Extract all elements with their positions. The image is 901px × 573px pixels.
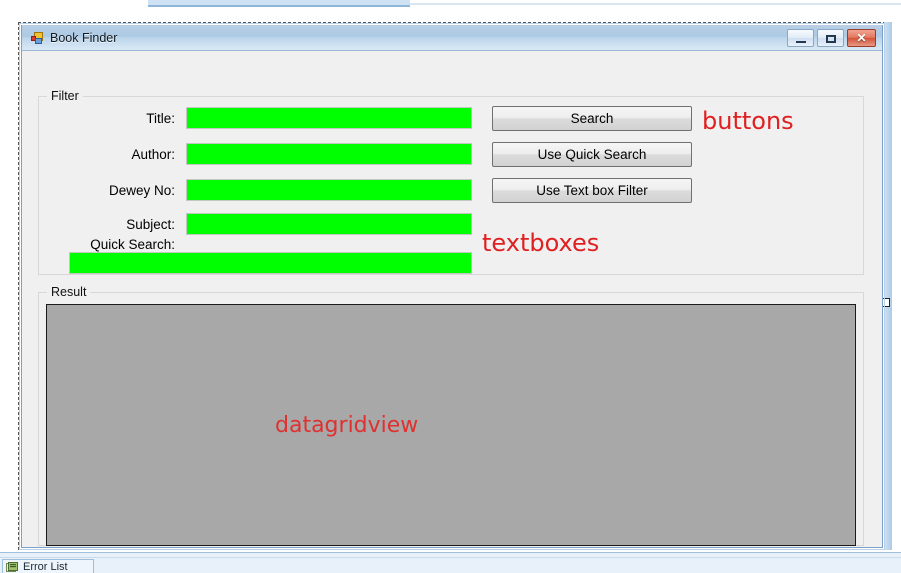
result-groupbox-label: Result	[47, 285, 91, 300]
screenshot-root: Book Finder ✕ Filter Title: Author: Dewe…	[0, 0, 901, 573]
ide-bottom-separator	[0, 557, 901, 558]
search-button[interactable]: Search	[492, 106, 692, 131]
annotation-datagridview: datagridview	[275, 413, 419, 438]
window-title: Book Finder	[50, 31, 118, 45]
dewey-no-label: Dewey No:	[108, 183, 175, 198]
ide-error-list-tab-label: Error List	[23, 561, 68, 573]
maximize-icon	[826, 35, 836, 43]
annotation-textboxes: textboxes	[482, 229, 600, 257]
ide-document-tabstrip	[0, 0, 901, 9]
maximize-button[interactable]	[817, 29, 844, 47]
use-text-box-filter-button[interactable]: Use Text box Filter	[492, 178, 692, 203]
form-client-area: Filter Title: Author: Dewey No: Subject:…	[22, 51, 882, 546]
form-designer-icon	[31, 32, 43, 44]
author-input[interactable]	[186, 143, 472, 165]
ide-error-list-tab[interactable]: Error List	[2, 559, 94, 573]
result-groupbox: Result datagridview	[38, 285, 864, 546]
close-button[interactable]: ✕	[847, 29, 876, 47]
minimize-icon	[796, 41, 806, 43]
annotation-buttons: buttons	[702, 107, 794, 135]
ide-active-document-tab[interactable]	[148, 0, 410, 7]
title-label: Title:	[146, 111, 175, 126]
subject-label: Subject:	[126, 217, 175, 232]
results-datagridview[interactable]: datagridview	[46, 304, 856, 546]
designer-right-strip	[884, 22, 892, 550]
ide-tabstrip-filler	[410, 3, 901, 5]
filter-groupbox-label: Filter	[47, 89, 83, 104]
window-titlebar[interactable]: Book Finder ✕	[22, 25, 882, 51]
quick-search-label: Quick Search:	[90, 237, 175, 252]
error-list-icon	[6, 562, 18, 572]
minimize-button[interactable]	[787, 29, 814, 47]
title-input[interactable]	[186, 107, 472, 129]
close-icon: ✕	[856, 31, 867, 45]
window-control-buttons: ✕	[787, 29, 876, 47]
book-finder-window: Book Finder ✕ Filter Title: Author: Dewe…	[21, 25, 883, 548]
dewey-no-input[interactable]	[186, 179, 472, 201]
use-quick-search-button[interactable]: Use Quick Search	[492, 142, 692, 167]
subject-input[interactable]	[186, 213, 472, 235]
ide-bottom-panel-strip: Error List	[0, 552, 901, 573]
quick-search-input[interactable]	[69, 252, 472, 274]
filter-groupbox: Filter Title: Author: Dewey No: Subject:…	[38, 89, 864, 275]
author-label: Author:	[131, 147, 175, 162]
